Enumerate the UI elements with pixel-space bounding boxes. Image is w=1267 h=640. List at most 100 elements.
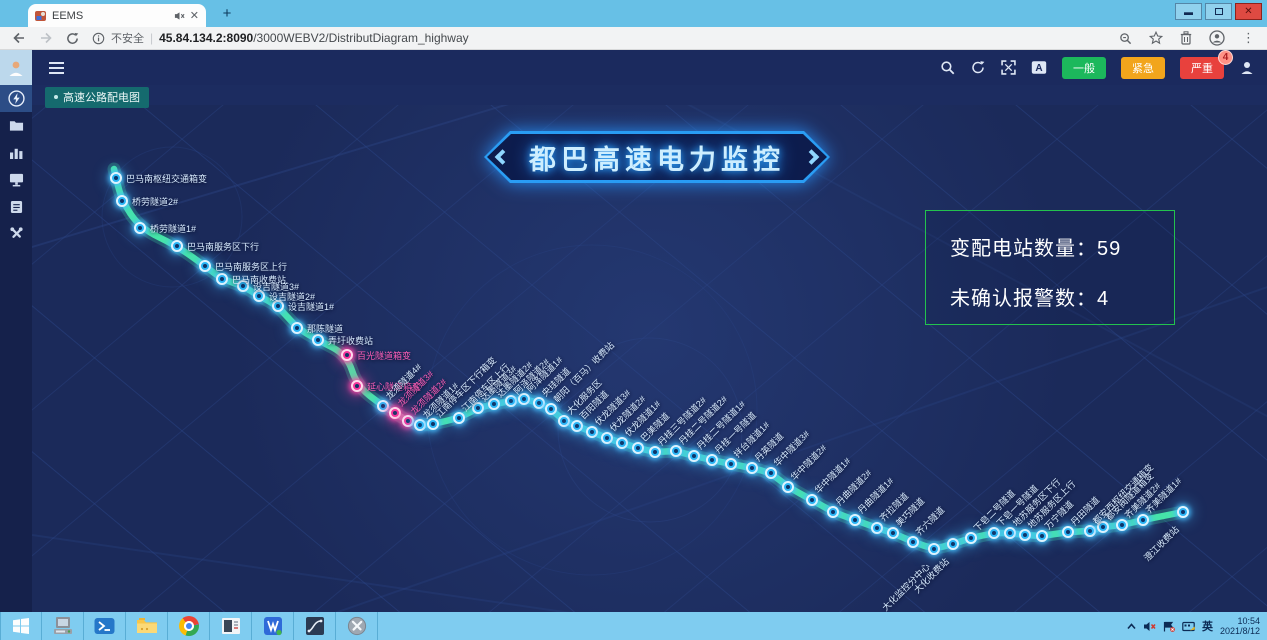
station-marker[interactable] [116, 195, 128, 207]
station-marker[interactable] [1116, 519, 1128, 531]
zoom-icon[interactable] [1119, 32, 1132, 45]
sidebar-item-reports[interactable] [0, 193, 32, 220]
station-marker[interactable] [1177, 506, 1189, 518]
station-marker[interactable] [216, 273, 228, 285]
station-marker[interactable] [806, 494, 818, 506]
urgent-alarm-button[interactable]: 紧急 [1121, 57, 1165, 79]
station-marker[interactable] [965, 532, 977, 544]
station-marker[interactable] [389, 407, 401, 419]
sidebar-item-power-distribution[interactable] [0, 85, 32, 112]
refresh-icon[interactable] [970, 60, 986, 75]
bookmark-star-icon[interactable] [1149, 31, 1163, 45]
menu-kebab-icon[interactable]: ⋮ [1242, 30, 1255, 46]
station-marker[interactable] [1137, 514, 1149, 526]
station-marker[interactable] [545, 403, 557, 415]
station-marker[interactable] [341, 349, 353, 361]
taskbar-file-explorer[interactable] [126, 612, 168, 640]
station-marker[interactable] [725, 458, 737, 470]
taskbar-app-window[interactable] [210, 612, 252, 640]
omnibox[interactable]: 不安全 | 45.84.134.2:8090/3000WEBV2/Distrib… [92, 30, 1106, 46]
info-icon[interactable] [92, 32, 105, 45]
station-marker[interactable] [414, 419, 426, 431]
station-marker[interactable] [616, 437, 628, 449]
tab-audio-icon[interactable] [174, 11, 185, 21]
volume-muted-icon[interactable] [1143, 621, 1156, 632]
highway-map[interactable]: 都巴高速电力监控 变配电站数量：59 未确认报警数：4 巴马南枢纽交通箱变桥劳隧… [32, 105, 1267, 612]
window-minimize-button[interactable]: ▬ [1175, 3, 1202, 20]
sidebar-item-files[interactable] [0, 112, 32, 139]
ime-language-indicator[interactable]: 英 [1202, 618, 1213, 634]
reload-icon[interactable] [66, 32, 79, 45]
browser-tab[interactable]: EEMS ✕ [28, 4, 206, 27]
fullscreen-icon[interactable] [1001, 60, 1016, 75]
tab-close-icon[interactable]: ✕ [190, 9, 199, 22]
station-marker[interactable] [907, 536, 919, 548]
text-format-icon[interactable]: A [1031, 60, 1047, 75]
station-marker[interactable] [649, 446, 661, 458]
window-close-button[interactable]: ✕ [1235, 3, 1262, 20]
station-marker[interactable] [1062, 526, 1074, 538]
hamburger-menu-icon[interactable] [49, 59, 64, 77]
sidebar-item-tools[interactable] [0, 220, 32, 247]
forward-icon[interactable] [39, 31, 53, 45]
station-marker[interactable] [171, 240, 183, 252]
station-marker[interactable] [351, 380, 363, 392]
user-icon[interactable] [1239, 60, 1255, 76]
sidebar-item-statistics[interactable] [0, 139, 32, 166]
station-marker[interactable] [782, 481, 794, 493]
station-marker[interactable] [134, 222, 146, 234]
station-marker[interactable] [746, 462, 758, 474]
trash-icon[interactable] [1180, 31, 1192, 45]
station-marker[interactable] [453, 412, 465, 424]
taskbar-powershell[interactable] [84, 612, 126, 640]
station-marker[interactable] [849, 514, 861, 526]
station-marker[interactable] [601, 432, 613, 444]
window-maximize-button[interactable] [1205, 3, 1232, 20]
station-marker[interactable] [871, 522, 883, 534]
station-marker[interactable] [1004, 527, 1016, 539]
taskbar-wps[interactable] [252, 612, 294, 640]
station-marker[interactable] [887, 527, 899, 539]
station-marker[interactable] [377, 400, 389, 412]
page-tab-chip[interactable]: 高速公路配电图 [45, 87, 149, 108]
taskbar-curve-tool[interactable] [294, 612, 336, 640]
station-marker[interactable] [505, 395, 517, 407]
action-center-flag-icon[interactable] [1163, 621, 1175, 632]
taskbar-admin-tools[interactable] [336, 612, 378, 640]
station-marker[interactable] [1019, 529, 1031, 541]
station-marker[interactable] [928, 543, 940, 555]
start-button[interactable] [0, 612, 42, 640]
station-marker[interactable] [1036, 530, 1048, 542]
station-marker[interactable] [688, 450, 700, 462]
station-marker[interactable] [110, 172, 122, 184]
station-marker[interactable] [291, 322, 303, 334]
station-marker[interactable] [312, 334, 324, 346]
taskbar-chrome[interactable] [168, 612, 210, 640]
station-marker[interactable] [765, 467, 777, 479]
back-icon[interactable] [12, 31, 26, 45]
taskbar-server-manager[interactable] [42, 612, 84, 640]
station-marker[interactable] [1084, 525, 1096, 537]
profile-avatar-icon[interactable] [1209, 30, 1225, 46]
station-marker[interactable] [632, 442, 644, 454]
station-marker[interactable] [558, 415, 570, 427]
new-tab-button[interactable]: + [215, 6, 239, 23]
ime-pad-icon[interactable] [1182, 621, 1195, 632]
severe-alarm-button[interactable]: 严重4 [1180, 57, 1224, 79]
station-marker[interactable] [988, 527, 1000, 539]
station-marker[interactable] [827, 506, 839, 518]
station-marker[interactable] [571, 420, 583, 432]
station-marker[interactable] [402, 415, 414, 427]
hidden-icons-chevron[interactable] [1127, 623, 1136, 630]
station-marker[interactable] [670, 445, 682, 457]
taskbar-clock[interactable]: 10:54 2021/8/12 [1220, 616, 1260, 636]
sidebar-item-monitor[interactable] [0, 166, 32, 193]
user-avatar[interactable] [0, 50, 32, 85]
station-marker[interactable] [586, 426, 598, 438]
station-marker[interactable] [706, 454, 718, 466]
general-alarm-button[interactable]: 一般 [1062, 57, 1106, 79]
station-marker[interactable] [199, 260, 211, 272]
station-marker[interactable] [947, 538, 959, 550]
station-marker[interactable] [533, 397, 545, 409]
search-icon[interactable] [940, 60, 955, 75]
